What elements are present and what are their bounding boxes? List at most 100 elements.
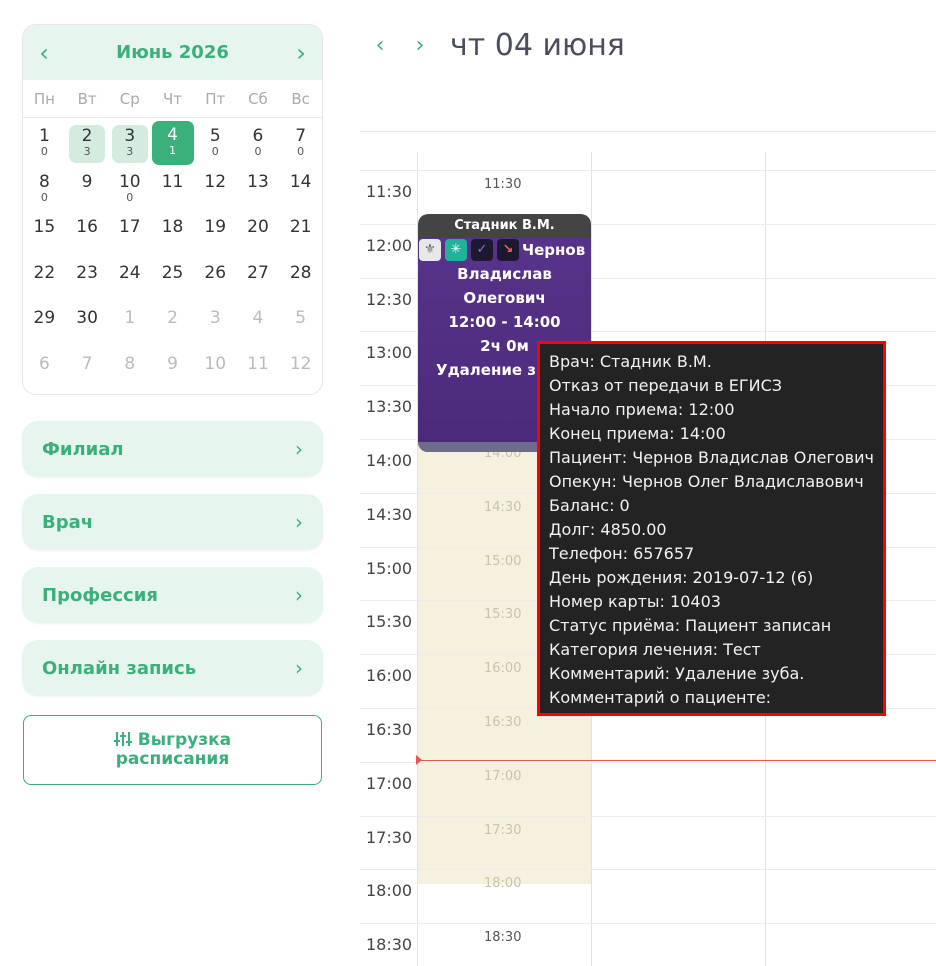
calendar-day[interactable]: 29 [23, 303, 66, 349]
calendar-day[interactable]: 27 [237, 258, 280, 304]
weekday-label: Чт [163, 89, 183, 108]
calendar-week: 29 30 1 2 3 4 5 [23, 303, 322, 349]
calendar-day[interactable]: 10 [23, 121, 66, 167]
calendar-day[interactable]: 5 [279, 303, 322, 349]
calendar-day[interactable]: 10 0 [108, 167, 151, 213]
calendar-day[interactable]: 80 [23, 167, 66, 213]
calendar-day[interactable]: 28 [279, 258, 322, 304]
calendar-day[interactable]: 70 [279, 121, 322, 167]
calendar-day[interactable]: 18 [151, 212, 194, 258]
calendar-day[interactable]: 12 [279, 349, 322, 395]
calendar-day[interactable]: 23 [66, 258, 109, 304]
day-number: 30 [76, 308, 98, 328]
calendar-day[interactable]: 9 [151, 349, 194, 395]
day-number: 23 [76, 262, 98, 283]
day-number: 13 [247, 171, 269, 192]
time-label: 15:00 [366, 558, 413, 578]
calendar-day[interactable]: 8 [108, 349, 151, 395]
calendar-day[interactable]: 25 [151, 258, 194, 304]
calendar-day[interactable]: 14 [279, 167, 322, 213]
export-label-line2: расписания [115, 749, 230, 769]
slot-time-label: 18:30 [484, 930, 522, 946]
day-number: 17 [118, 217, 141, 237]
day-header: ‹ › чт 04 июня [360, 20, 625, 70]
time-label: 17:00 [366, 773, 413, 793]
calendar-day[interactable]: 3 [194, 303, 237, 349]
calendar-week: 22 23 24 25 26 27 28 [23, 258, 322, 304]
calendar-day[interactable]: 22 [23, 258, 66, 304]
time-label: 16:30 [366, 720, 413, 739]
day-number: 1 [38, 126, 50, 146]
slot-divider [360, 869, 936, 871]
calendar-day[interactable]: 30 [66, 303, 109, 349]
calendar-day[interactable]: 24 [108, 258, 151, 304]
calendar-week: 10233341506070 [23, 121, 322, 167]
calendar-day[interactable]: 9 [66, 167, 109, 213]
calendar-day[interactable]: 12 [194, 167, 237, 213]
prev-day-icon[interactable]: ‹ [360, 33, 400, 58]
calendar-day[interactable]: 26 [194, 258, 237, 304]
tooltip-line: Комментарий о пациенте: [549, 688, 772, 707]
day-number: 10 [204, 353, 227, 374]
calendar-day[interactable]: 13 [237, 167, 280, 213]
appointment-count: 0 [254, 145, 262, 158]
doctor-filter[interactable]: Врач › [22, 494, 323, 550]
day-number: 3 [209, 308, 221, 328]
profession-filter[interactable]: Профессия › [22, 567, 323, 623]
calendar-day-today[interactable]: 41 [151, 121, 194, 167]
slot-time-label: 16:00 [484, 661, 522, 677]
appointment-time: 12:00 - 14:00 [448, 313, 561, 331]
chevron-right-icon: › [295, 656, 303, 680]
calendar-day[interactable]: 23 [66, 121, 109, 167]
mini-calendar: ‹ Июнь 2026 › Пн Вт Ср Чт Пт Сб Вс 10233341506… [22, 24, 323, 395]
day-number: 10 [118, 171, 141, 192]
prev-month-icon[interactable]: ‹ [33, 41, 55, 65]
slot-time-label: 15:00 [484, 553, 522, 569]
day-number: 4 [167, 125, 178, 145]
next-month-icon[interactable]: › [290, 41, 312, 65]
weekday-label: Вт [77, 89, 97, 108]
online-booking-filter-label: Онлайн запись [42, 657, 197, 679]
appointment-count: 0 [211, 145, 219, 158]
calendar-day[interactable]: 50 [194, 121, 237, 167]
export-label-line1: Выгрузка [137, 730, 232, 750]
calendar-day[interactable]: 2 [151, 303, 194, 349]
calendar-day[interactable]: 7 [66, 349, 109, 395]
calendar-day[interactable]: 33 [108, 121, 151, 167]
appointment-count: 3 [83, 145, 91, 158]
day-number: 21 [289, 217, 312, 237]
calendar-day[interactable]: 19 [194, 212, 237, 258]
day-number: 6 [252, 126, 264, 146]
patient-surname: Чернов [522, 241, 586, 259]
day-number: 7 [295, 126, 307, 146]
branch-filter-label: Филиал [42, 438, 124, 460]
tooltip-line: Телефон: 657657 [549, 544, 695, 563]
online-booking-filter[interactable]: Онлайн запись › [22, 640, 323, 696]
time-label: 13:30 [366, 397, 413, 417]
calendar-day[interactable]: 6 [23, 349, 66, 395]
patient-patronymic: Олегович [463, 289, 546, 307]
calendar-day[interactable]: 11 [237, 349, 280, 395]
next-day-icon[interactable]: › [400, 33, 440, 58]
calendar-day[interactable]: 17 [108, 212, 151, 258]
day-number: 18 [161, 217, 184, 237]
calendar-day[interactable]: 10 [194, 349, 237, 395]
export-schedule-button[interactable]: Выгрузка расписания [23, 715, 322, 785]
calendar-day[interactable]: 15 [23, 212, 66, 258]
calendar-day[interactable]: 20 [237, 212, 280, 258]
calendar-day[interactable]: 21 [279, 212, 322, 258]
tooltip-line: Опекун: Чернов Олег Владиславович [549, 472, 864, 491]
branch-filter[interactable]: Филиал › [22, 421, 323, 477]
calendar-day[interactable]: 16 [66, 212, 109, 258]
calendar-day[interactable]: 60 [237, 121, 280, 167]
calendar-day[interactable]: 4 [237, 303, 280, 349]
month-title[interactable]: Июнь 2026 [116, 42, 229, 63]
time-label: 14:00 [366, 451, 413, 470]
day-number: 27 [247, 262, 269, 283]
tooltip-line: Баланс: 0 [549, 496, 630, 515]
calendar-day[interactable]: 11 [151, 167, 194, 213]
day-number: 4 [252, 308, 264, 328]
calendar-day[interactable]: 1 [108, 303, 151, 349]
slot-time-label: 18:00 [484, 876, 522, 892]
appointment-count: 0 [40, 145, 48, 158]
